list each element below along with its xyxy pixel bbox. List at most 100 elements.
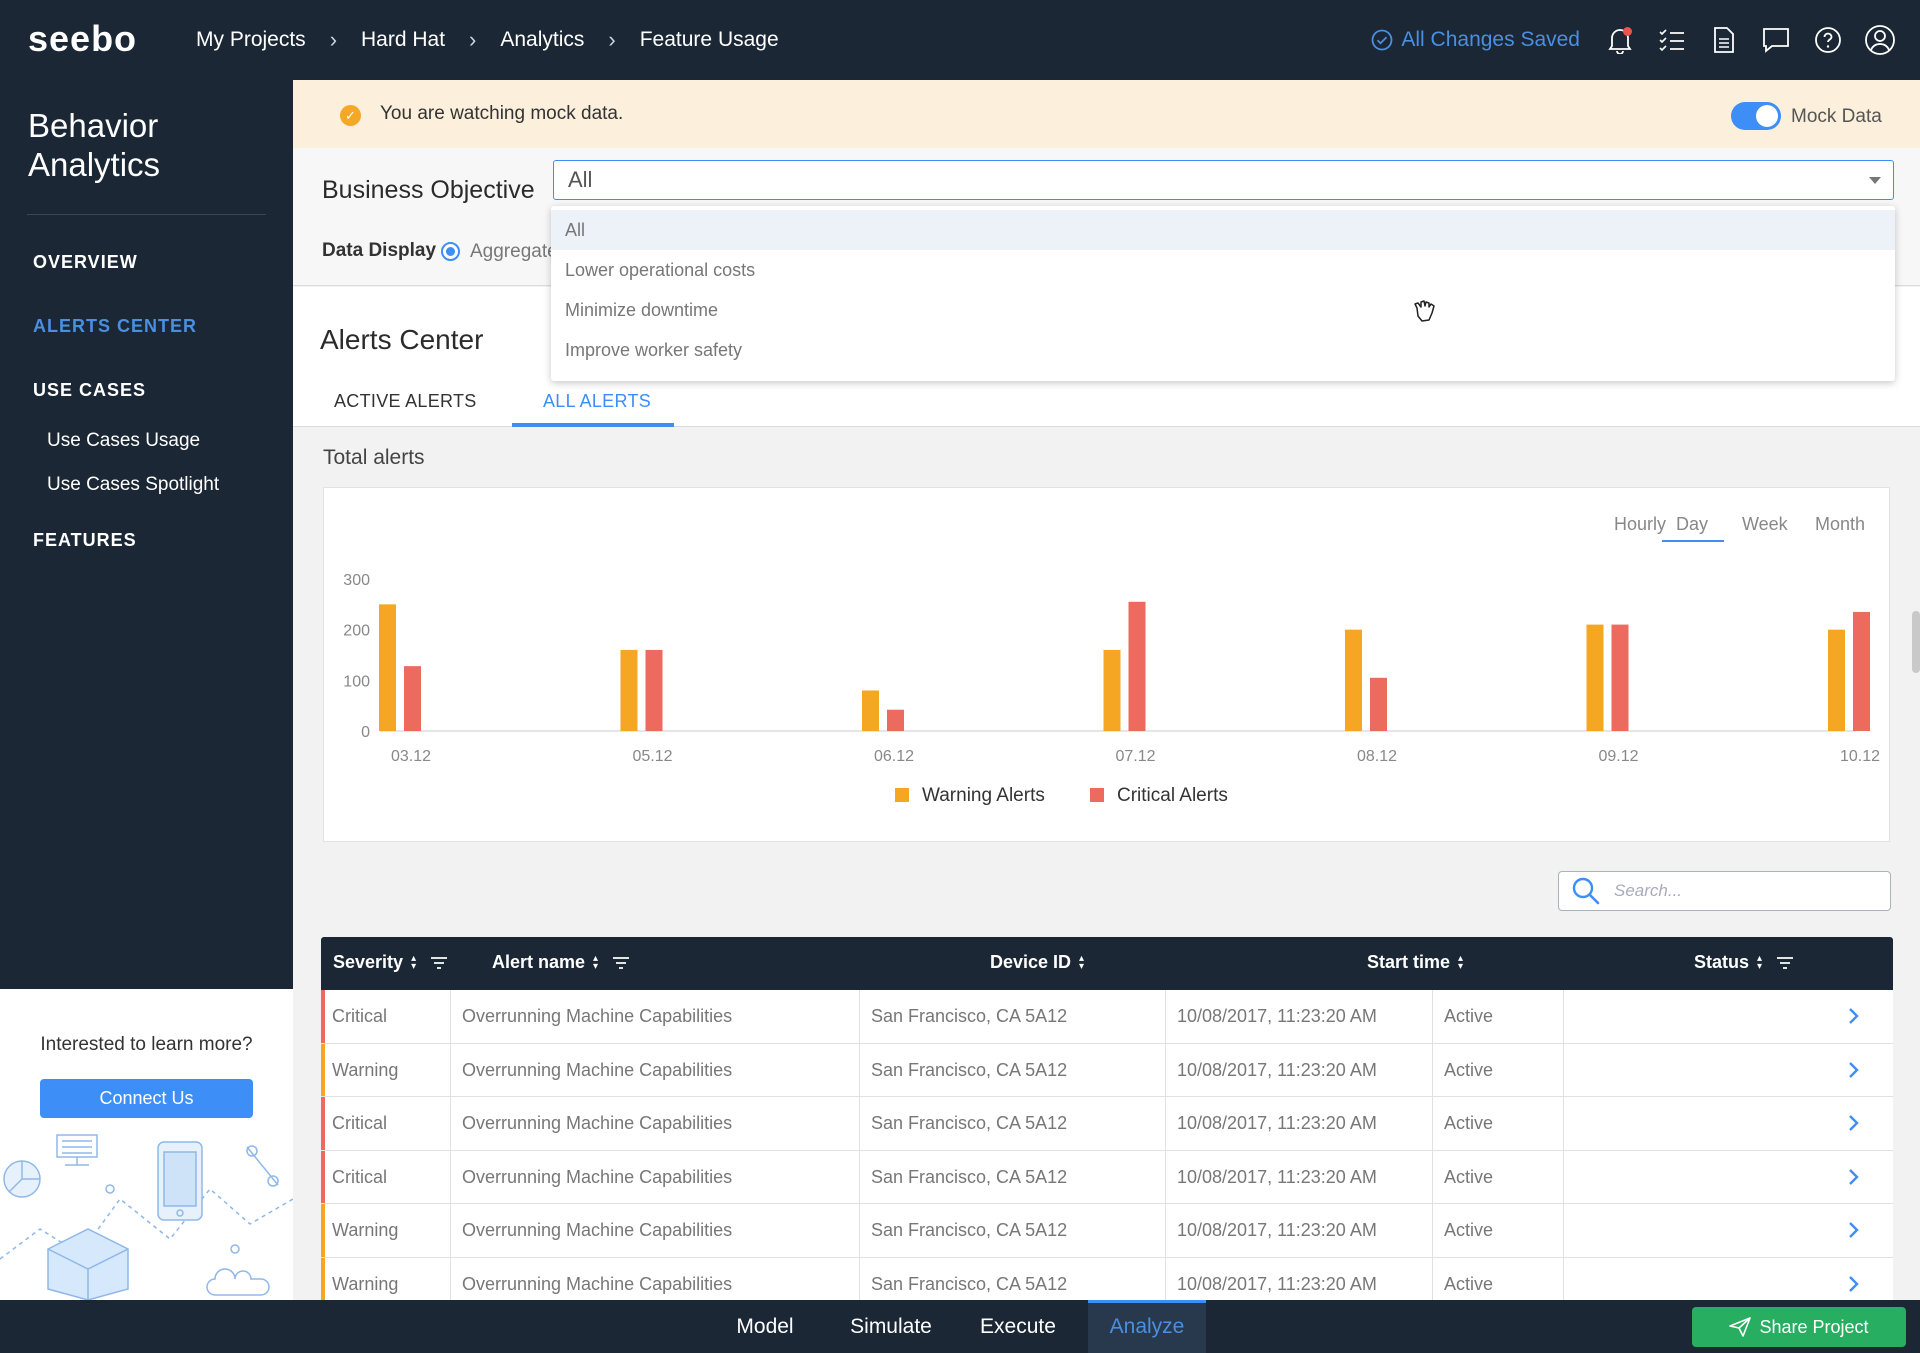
sort-icon[interactable]: ▴ ▾ bbox=[593, 953, 598, 971]
column-alert-name[interactable]: Alert name ▴ ▾ bbox=[492, 952, 630, 973]
column-severity-label: Severity bbox=[333, 952, 404, 972]
main-content: ✓ You are watching mock data. Mock Data … bbox=[293, 80, 1920, 1311]
comment-icon bbox=[1763, 28, 1789, 53]
table-row[interactable]: Critical Overrunning Machine Capabilities… bbox=[321, 1150, 1893, 1204]
sidebar-subitem-use-cases-spotlight[interactable]: Use Cases Spotlight bbox=[47, 474, 219, 496]
x-tick-label: 08.12 bbox=[1357, 748, 1397, 765]
breadcrumb-analytics[interactable]: Analytics bbox=[500, 28, 584, 52]
cell-name: Overrunning Machine Capabilities bbox=[451, 1150, 860, 1203]
column-device-id[interactable]: Device ID ▴ ▾ bbox=[990, 952, 1084, 973]
sort-icon[interactable]: ▴ ▾ bbox=[1079, 953, 1084, 971]
cell-start: 10/08/2017, 11:23:20 AM bbox=[1166, 1204, 1433, 1257]
sidebar-subitem-use-cases-usage[interactable]: Use Cases Usage bbox=[47, 430, 200, 452]
document-button[interactable] bbox=[1698, 14, 1750, 66]
filter-icon[interactable] bbox=[1776, 956, 1794, 970]
legend-swatch bbox=[1090, 788, 1104, 802]
cell-name: Overrunning Machine Capabilities bbox=[451, 1043, 860, 1096]
profile-button[interactable] bbox=[1854, 14, 1906, 66]
business-objective-select[interactable]: All bbox=[553, 160, 1894, 200]
bar-critical bbox=[1611, 624, 1629, 731]
bar-critical bbox=[645, 649, 663, 731]
breadcrumb-hard-hat[interactable]: Hard Hat bbox=[361, 28, 445, 52]
nav-analyze[interactable]: Analyze bbox=[1088, 1300, 1206, 1353]
sort-icon[interactable]: ▴ ▾ bbox=[1757, 953, 1762, 971]
table-row[interactable]: Critical Overrunning Machine Capabilities… bbox=[321, 990, 1893, 1044]
alerts-center-title: Alerts Center bbox=[320, 324, 484, 355]
cell-device: San Francisco, CA 5A12 bbox=[860, 1043, 1166, 1096]
sidebar-item-overview[interactable]: OVERVIEW bbox=[33, 252, 138, 273]
chevron-right-icon[interactable] bbox=[1847, 1113, 1861, 1133]
bar-warning bbox=[1828, 629, 1845, 731]
hand-cursor-icon bbox=[1414, 300, 1435, 322]
total-alerts-chart: Hourly Day Week Month 0 100 200 300 03.12 05.… bbox=[323, 487, 1890, 842]
notifications-button[interactable] bbox=[1594, 14, 1646, 66]
share-project-label: Share Project bbox=[1759, 1316, 1869, 1337]
connect-us-button[interactable]: Connect Us bbox=[40, 1079, 253, 1118]
cell-status: Active bbox=[1433, 1097, 1564, 1150]
column-status[interactable]: Status ▴ ▾ bbox=[1694, 952, 1794, 973]
filter-icon[interactable] bbox=[612, 956, 630, 970]
bar-warning bbox=[1586, 624, 1604, 731]
nav-execute[interactable]: Execute bbox=[966, 1300, 1070, 1353]
chevron-right-icon[interactable] bbox=[1847, 1167, 1861, 1187]
bar-critical bbox=[404, 666, 421, 731]
save-status: All Changes Saved bbox=[1371, 28, 1580, 52]
cell-name: Overrunning Machine Capabilities bbox=[451, 1097, 860, 1150]
table-search[interactable]: Search... bbox=[1558, 871, 1891, 911]
filter-icon[interactable] bbox=[430, 956, 448, 970]
document-icon bbox=[1714, 27, 1734, 53]
column-start-time[interactable]: Start time ▴ ▾ bbox=[1367, 952, 1463, 973]
cell-status: Active bbox=[1433, 1043, 1564, 1096]
page-scrollbar[interactable] bbox=[1912, 611, 1920, 673]
sidebar-item-alerts-center[interactable]: ALERTS CENTER bbox=[33, 316, 197, 337]
sidebar-item-features[interactable]: FEATURES bbox=[33, 530, 137, 551]
cell-device: San Francisco, CA 5A12 bbox=[860, 1150, 1166, 1203]
share-project-button[interactable]: Share Project bbox=[1692, 1307, 1906, 1347]
sidebar-title-line2: Analytics bbox=[28, 146, 161, 183]
breadcrumb-my-projects[interactable]: My Projects bbox=[196, 28, 306, 52]
tab-active-indicator bbox=[512, 423, 674, 427]
save-status-text: All Changes Saved bbox=[1401, 28, 1580, 51]
sort-icon[interactable]: ▴ ▾ bbox=[1458, 953, 1463, 971]
y-tick-label: 100 bbox=[343, 673, 370, 690]
legend-label: Warning Alerts bbox=[922, 785, 1045, 806]
chevron-right-icon[interactable] bbox=[1847, 1274, 1861, 1294]
alerts-table: Severity ▴ ▾ Alert name ▴ ▾ Device ID ▴ ▾ S… bbox=[321, 937, 1893, 1311]
mock-data-message: You are watching mock data. bbox=[380, 103, 624, 124]
chevron-right-icon[interactable] bbox=[1847, 1220, 1861, 1240]
table-row[interactable]: Warning Overrunning Machine Capabilities S… bbox=[321, 1043, 1893, 1097]
mock-data-banner: ✓ You are watching mock data. Mock Data bbox=[293, 80, 1920, 148]
column-device-id-label: Device ID bbox=[990, 952, 1072, 972]
mock-data-toggle[interactable] bbox=[1731, 102, 1781, 130]
column-severity[interactable]: Severity ▴ ▾ bbox=[333, 952, 448, 973]
nav-model[interactable]: Model bbox=[716, 1300, 814, 1353]
promo-text: Interested to learn more? bbox=[40, 1034, 253, 1055]
option-all[interactable]: All bbox=[551, 210, 1895, 250]
cell-start: 10/08/2017, 11:23:20 AM bbox=[1166, 1043, 1433, 1096]
comments-button[interactable] bbox=[1750, 14, 1802, 66]
sidebar-item-use-cases[interactable]: USE CASES bbox=[33, 380, 146, 401]
option-minimize-downtime[interactable]: Minimize downtime bbox=[551, 290, 1895, 330]
chevron-right-icon[interactable] bbox=[1847, 1060, 1861, 1080]
sort-icon[interactable]: ▴ ▾ bbox=[411, 953, 416, 971]
bar-warning bbox=[1345, 629, 1362, 731]
chevron-right-icon[interactable] bbox=[1847, 1006, 1861, 1026]
tasks-button[interactable] bbox=[1646, 14, 1698, 66]
breadcrumb-feature-usage: Feature Usage bbox=[639, 28, 779, 51]
cell-severity: Critical bbox=[321, 990, 451, 1043]
tab-active-alerts[interactable]: ACTIVE ALERTS bbox=[334, 391, 477, 412]
help-button[interactable] bbox=[1802, 14, 1854, 66]
option-lower-operational-costs[interactable]: Lower operational costs bbox=[551, 250, 1895, 290]
aggregate-radio[interactable] bbox=[441, 242, 460, 261]
aggregate-radio-label[interactable]: Aggregate bbox=[470, 241, 558, 263]
option-improve-worker-safety[interactable]: Improve worker safety bbox=[551, 330, 1895, 370]
legend-label: Critical Alerts bbox=[1117, 785, 1228, 806]
seebo-logo[interactable]: seebo bbox=[28, 23, 170, 57]
cell-device: San Francisco, CA 5A12 bbox=[860, 1097, 1166, 1150]
nav-simulate[interactable]: Simulate bbox=[834, 1300, 948, 1353]
breadcrumb: My Projects › Hard Hat › Analytics › Fea… bbox=[196, 27, 779, 53]
tab-all-alerts[interactable]: ALL ALERTS bbox=[543, 391, 651, 412]
table-row[interactable]: Warning Overrunning Machine Capabilities S… bbox=[321, 1204, 1893, 1258]
x-tick-label: 10.12 bbox=[1840, 748, 1880, 765]
table-row[interactable]: Critical Overrunning Machine Capabilities… bbox=[321, 1097, 1893, 1151]
